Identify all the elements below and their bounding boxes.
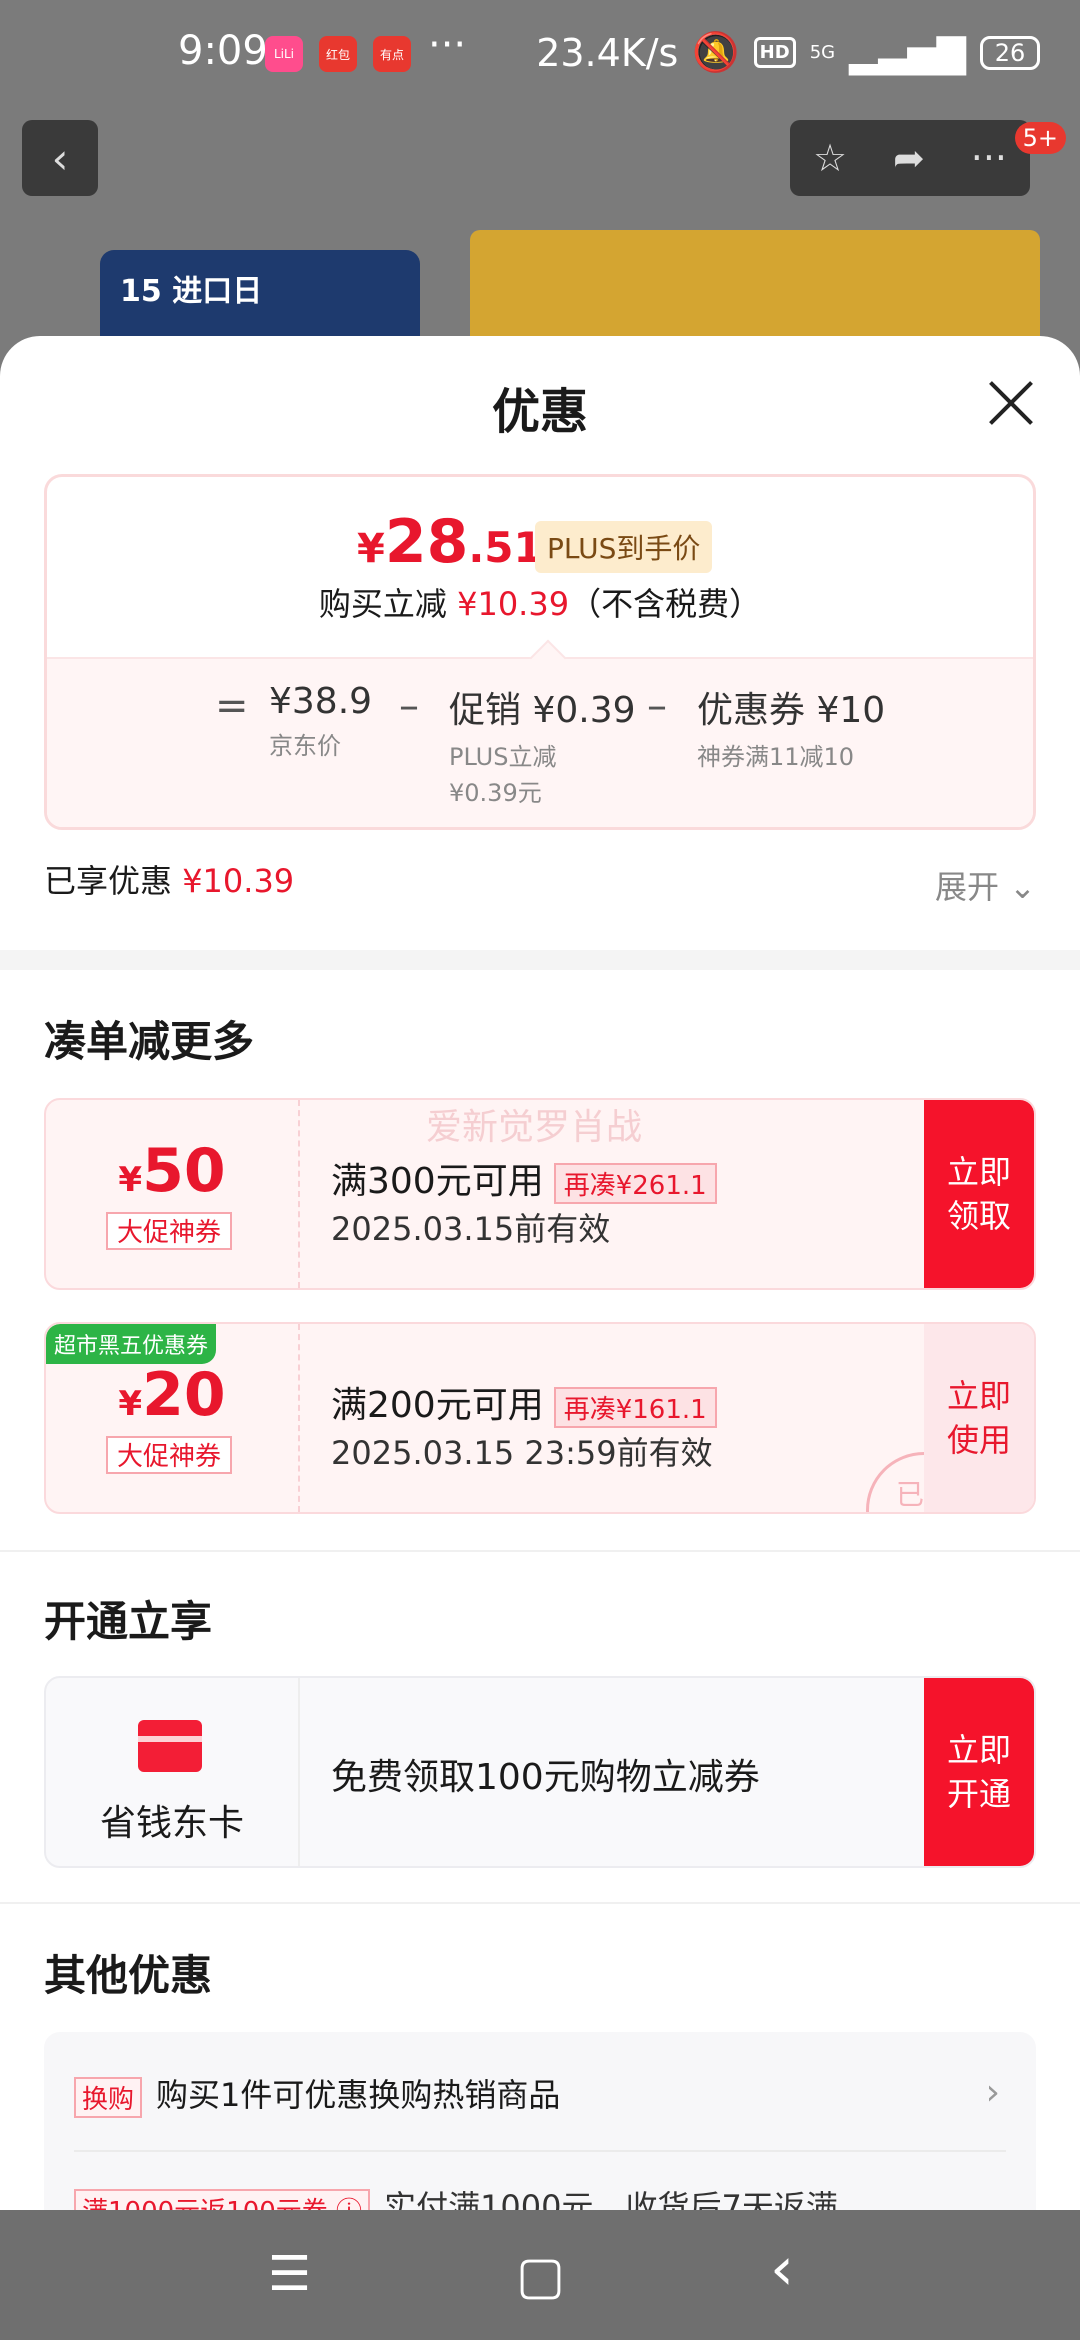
expand-button[interactable]: 展开 ⌄ (935, 862, 1036, 908)
condition-text: 满300元可用 (331, 1161, 544, 1202)
reduce-summary: 购买立减 ¥10.39（不含税费） (47, 579, 1033, 625)
status-bar: 9:09 LiLi 红包 有点 ··· 23.4K/s 🔕 HD 5G ▂▃▅▇… (0, 0, 1080, 120)
network-speed: 23.4K/s (536, 30, 679, 75)
reduce-amount: ¥10.39 (457, 585, 570, 623)
vip-name: 省钱东卡 (99, 1803, 244, 1844)
system-nav-bar: ☰ ▢ ‹ (0, 2210, 1080, 2340)
offer-text: 实付满1000元，收货后7天返满 (384, 2188, 838, 2210)
message-badge: 5+ (1014, 122, 1066, 154)
coupon-validity: 2025.03.15 23:59前有效 (331, 1434, 713, 1472)
section-title-other: 其他优惠 (44, 1951, 213, 2000)
coupon-value: ¥20 大促神券 (46, 1324, 300, 1512)
coupon-label: 神券满11减10 (697, 743, 855, 771)
jd-price: ¥38.9 (269, 681, 373, 722)
app-notification-icon: LiLi (265, 36, 303, 72)
enjoyed-discount: 已享优惠 ¥10.39 (44, 856, 294, 902)
section-divider (0, 950, 1080, 970)
need-more-tag: 再凑¥161.1 (553, 1386, 717, 1428)
nav-actions: ☆ ➦ ··· (790, 120, 1030, 196)
section-divider (0, 1902, 1080, 1904)
coupon-amount: 优惠券 ¥10 (697, 690, 886, 731)
minus-sign: – (647, 683, 667, 729)
close-icon[interactable] (988, 380, 1034, 426)
back-button[interactable]: ‹ (22, 120, 98, 196)
coupon-condition: 满200元可用 再凑¥161.1 (331, 1376, 717, 1428)
price-breakdown: = ¥38.9 京东价 – 促销 ¥0.39 PLUS立减 ¥0.39元 – 优… (47, 639, 1033, 827)
open-membership-button[interactable]: 立即 开通 (924, 1678, 1034, 1866)
app-notification-icon: 红包 (319, 36, 357, 72)
list-item[interactable]: 换购 购买1件可优惠换购热销商品 (74, 2070, 560, 2118)
need-more-tag: 再凑¥261.1 (553, 1162, 717, 1204)
use-coupon-button[interactable]: 立即 使用 (924, 1324, 1034, 1512)
signal-label: 5G (809, 42, 836, 63)
coupon-card: 爱新觉罗肖战 ¥50 大促神券 满300元可用 再凑¥261.1 2025.03.… (44, 1098, 1036, 1290)
promo-amount: 促销 ¥0.39 (449, 690, 636, 731)
coupon-card: 超市黑五优惠券 ¥20 大促神券 满200元可用 再凑¥161.1 2025.03… (44, 1322, 1036, 1514)
back-icon[interactable]: ‹ (770, 2234, 794, 2304)
home-icon[interactable]: ▢ (516, 2246, 565, 2306)
price-decimal: .51 (468, 523, 543, 572)
sheet-title: 优惠 (491, 384, 588, 440)
jd-price-col: ¥38.9 京东价 (269, 681, 372, 764)
mute-icon: 🔕 (692, 30, 740, 74)
equals-sign: = (215, 683, 249, 729)
currency-symbol: ¥ (118, 1384, 143, 1424)
coupon-number: 50 (142, 1136, 226, 1206)
discount-sheet: 优惠 ¥28.51 PLUS到手价 购买立减 ¥10.39（不含税费） = ¥3… (0, 336, 1080, 2210)
notification-icons: LiLi 红包 有点 (265, 36, 411, 72)
reduce-label: 购买立减 (318, 585, 447, 623)
section-title-more: 凑单减更多 (44, 1017, 255, 1066)
more-icon[interactable]: ··· (971, 136, 1007, 180)
list-item[interactable]: 满1000元返100元券 ⓘ 实付满1000元，收货后7天返满 (74, 2182, 838, 2210)
condition-text: 满200元可用 (331, 1385, 544, 1426)
vip-left: 省钱东卡 (46, 1678, 300, 1866)
watermark: 爱新觉罗肖战 (426, 1107, 643, 1148)
coupon-type: 大促神券 (106, 1212, 232, 1250)
promo-col: 促销 ¥0.39 PLUS立减 ¥0.39元 (449, 681, 636, 811)
price-integer: 28 (384, 507, 469, 577)
vip-card: 省钱东卡 免费领取100元购物立减券 立即 开通 (44, 1676, 1036, 1868)
chevron-right-icon[interactable]: › (986, 2072, 1000, 2113)
coupon-amount: ¥50 (46, 1136, 298, 1206)
section-title-open: 开通立享 (44, 1597, 213, 1646)
section-divider (0, 1550, 1080, 1552)
jd-price-label: 京东价 (269, 732, 341, 760)
offer-text: 购买1件可优惠换购热销商品 (156, 2076, 561, 2114)
currency-symbol: ¥ (357, 526, 385, 572)
offer-tag: 满1000元返100元券 ⓘ (74, 2188, 371, 2210)
offer-tag: 换购 (74, 2076, 143, 2118)
share-icon[interactable]: ➦ (893, 136, 925, 180)
enjoyed-amount: ¥10.39 (182, 862, 295, 900)
claim-coupon-button[interactable]: 立即 领取 (924, 1100, 1034, 1288)
star-icon[interactable]: ☆ (813, 136, 847, 180)
row-divider (74, 2150, 1006, 2152)
coupon-amount: ¥20 (46, 1360, 298, 1430)
coupon-validity: 2025.03.15前有效 (331, 1210, 611, 1248)
coupon-number: 20 (142, 1360, 226, 1430)
minus-sign: – (399, 683, 419, 729)
tax-note: （不含税费） (569, 585, 762, 623)
coupon-value: ¥50 大促神券 (46, 1100, 300, 1288)
price-card: ¥28.51 PLUS到手价 购买立减 ¥10.39（不含税费） = ¥38.9… (44, 474, 1036, 830)
coupon-type: 大促神券 (106, 1436, 232, 1474)
battery-icon: 26 (980, 35, 1040, 70)
final-price: ¥28.51 (357, 507, 543, 577)
plus-price-tag: PLUS到手价 (535, 521, 713, 573)
status-right: 23.4K/s 🔕 HD 5G ▂▃▅▇ 26 (536, 30, 1040, 75)
other-offers-list: 换购购买1件可优惠换购热销商品 › 满1000元返100元券 ⓘ 实付满1000元… (44, 2032, 1036, 2210)
app-notification-icon: 有点 (373, 36, 411, 72)
card-icon (138, 1720, 202, 1772)
status-time: 9:09 (178, 28, 268, 74)
more-notifications-icon: ··· (428, 22, 467, 68)
menu-icon[interactable]: ☰ (268, 2246, 311, 2302)
hd-icon: HD (753, 37, 796, 68)
enjoyed-label: 已享优惠 (44, 862, 173, 900)
vip-description: 免费领取100元购物立减券 (331, 1757, 760, 1798)
signal-icon: ▂▃▅▇ (849, 30, 966, 75)
promo-label: PLUS立减 ¥0.39元 (449, 743, 557, 807)
coupon-col: 优惠券 ¥10 神券满11减10 (697, 681, 885, 775)
coupon-condition: 满300元可用 再凑¥261.1 (331, 1152, 717, 1204)
currency-symbol: ¥ (118, 1160, 143, 1200)
product-top-nav: ‹ ☆ ➦ ··· 5+ (0, 120, 1080, 200)
